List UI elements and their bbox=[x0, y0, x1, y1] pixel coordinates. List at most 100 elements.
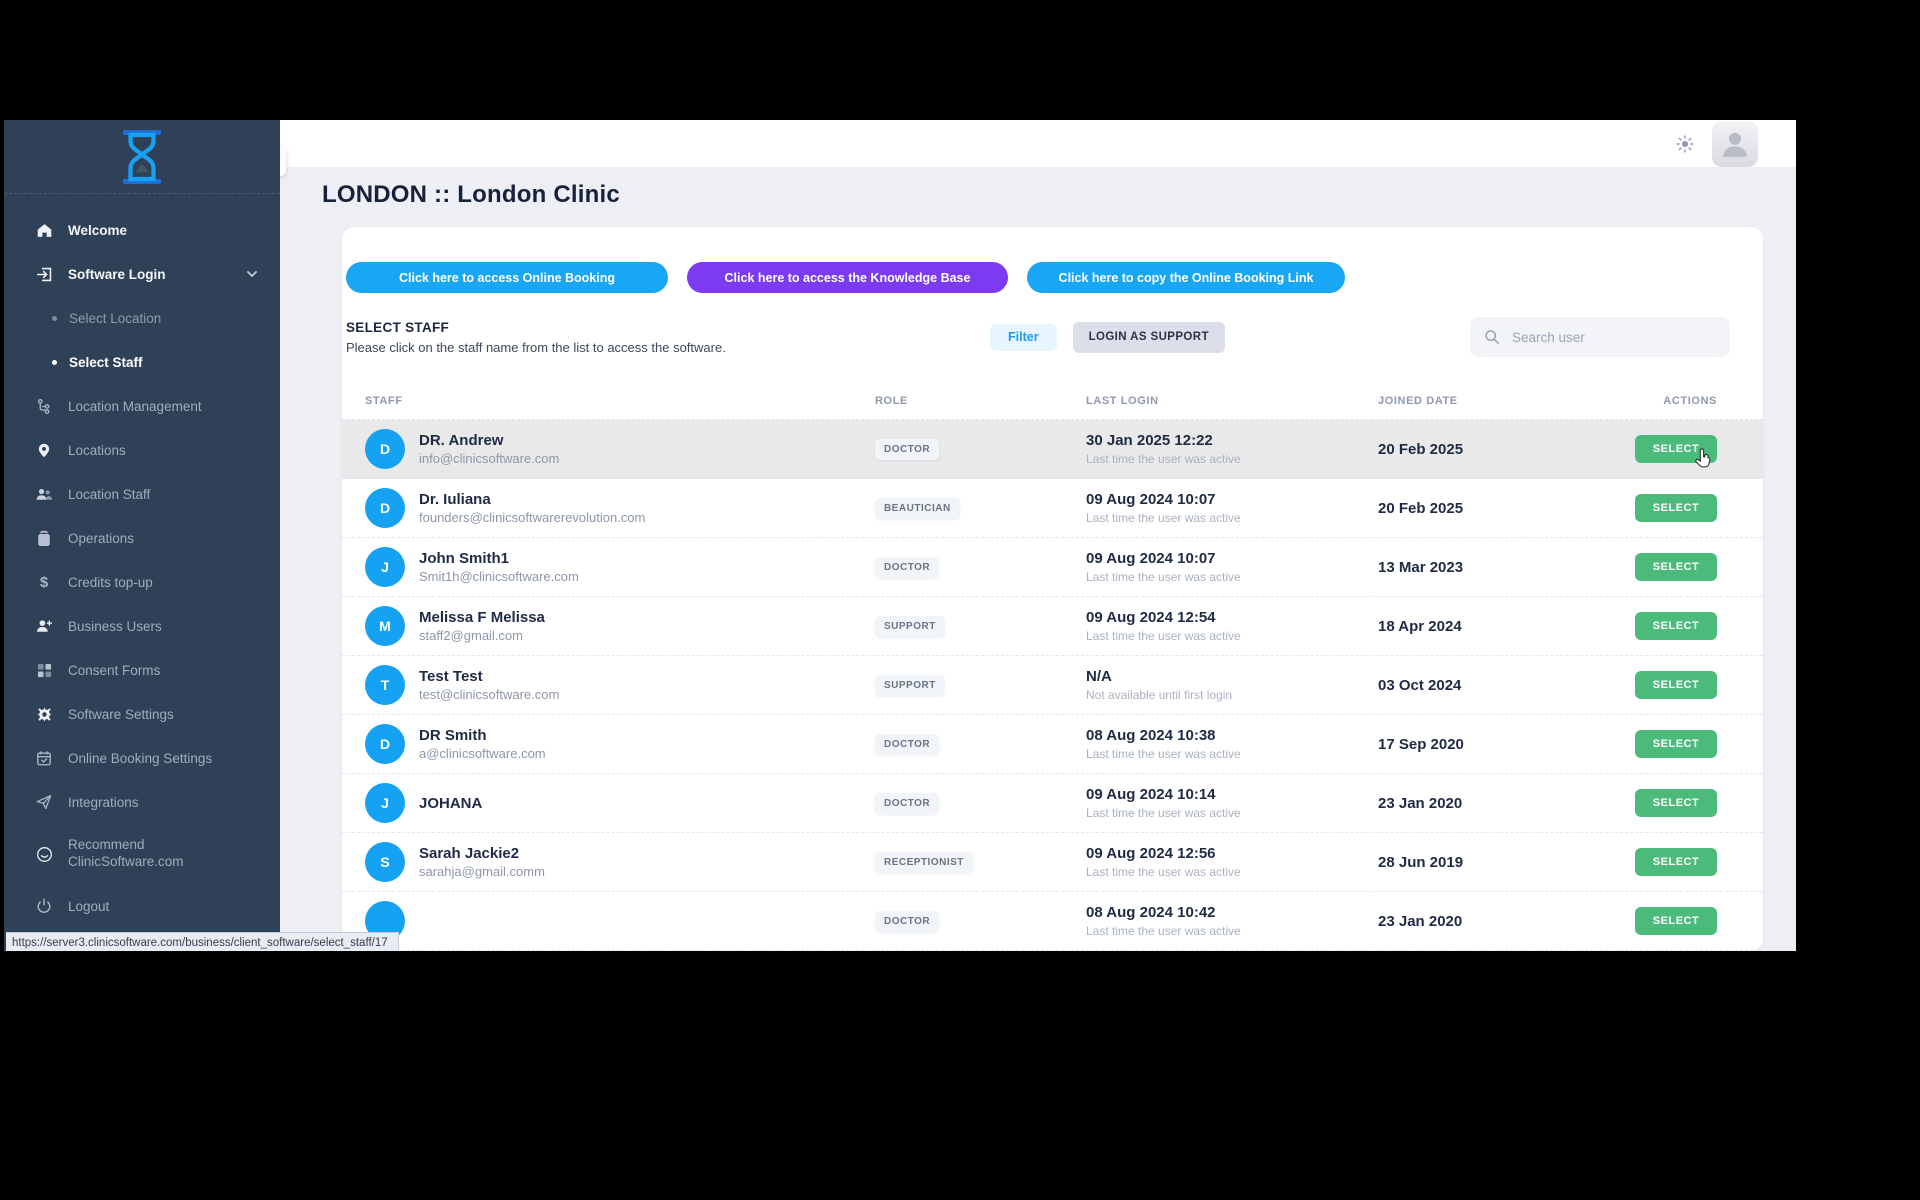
filter-button[interactable]: Filter bbox=[990, 324, 1057, 351]
logo[interactable] bbox=[4, 120, 280, 194]
staff-name-link[interactable]: DR. Andrew bbox=[419, 432, 559, 449]
last-login-note: Last time the user was active bbox=[1086, 806, 1378, 820]
staff-name-link[interactable]: Dr. Iuliana bbox=[419, 491, 645, 508]
theme-toggle-sun-icon[interactable] bbox=[1676, 135, 1694, 153]
staff-email: founders@clinicsoftwarerevolution.com bbox=[419, 510, 645, 525]
sidebar-item-locations[interactable]: Locations bbox=[4, 428, 280, 472]
search-input[interactable] bbox=[1510, 329, 1716, 346]
staff-email: info@clinicsoftware.com bbox=[419, 451, 559, 466]
actions-cell: SELECT bbox=[1578, 612, 1717, 640]
sidebar-item-label: Locations bbox=[68, 443, 126, 458]
bullet-icon bbox=[52, 360, 57, 365]
search-box[interactable] bbox=[1470, 317, 1730, 357]
actions-cell: SELECT bbox=[1578, 494, 1717, 522]
sidebar-item-logout[interactable]: Logout bbox=[4, 884, 280, 928]
staff-name-link[interactable]: DR Smith bbox=[419, 727, 546, 744]
sidebar-item-select-location[interactable]: Select Location bbox=[4, 296, 280, 340]
dollar-icon: $ bbox=[34, 574, 54, 591]
app-window: Welcome Software Login Select Location S… bbox=[4, 120, 1796, 951]
sidebar-item-credits-top-up[interactable]: $ Credits top-up bbox=[4, 560, 280, 604]
online-booking-button[interactable]: Click here to access Online Booking bbox=[346, 262, 668, 293]
select-button[interactable]: SELECT bbox=[1635, 612, 1717, 640]
column-header-last-login: LAST LOGIN bbox=[1086, 395, 1378, 407]
sidebar-item-operations[interactable]: Operations bbox=[4, 516, 280, 560]
staff-email: staff2@gmail.com bbox=[419, 628, 545, 643]
role-badge: DOCTOR bbox=[875, 557, 939, 578]
actions-cell: SELECT bbox=[1578, 789, 1717, 817]
gear-icon bbox=[34, 706, 54, 723]
sidebar-item-label: Welcome bbox=[68, 223, 127, 238]
staff-name-link[interactable]: Test Test bbox=[419, 668, 559, 685]
sidebar-item-business-users[interactable]: Business Users bbox=[4, 604, 280, 648]
last-login-cell: 09 Aug 2024 10:07 Last time the user was… bbox=[1086, 491, 1378, 525]
table-row: T Test Test test@clinicsoftware.com SUPP… bbox=[342, 656, 1763, 715]
login-as-support-button[interactable]: LOGIN AS SUPPORT bbox=[1073, 322, 1225, 353]
sidebar-item-label: Software Settings bbox=[68, 707, 174, 722]
map-pin-icon bbox=[34, 442, 54, 459]
sidebar-item-location-staff[interactable]: Location Staff bbox=[4, 472, 280, 516]
last-login-value: 09 Aug 2024 10:07 bbox=[1086, 550, 1378, 567]
select-button[interactable]: SELECT bbox=[1635, 907, 1717, 935]
sidebar-item-welcome[interactable]: Welcome bbox=[4, 208, 280, 252]
joined-date-cell: 13 Mar 2023 bbox=[1378, 559, 1578, 576]
select-button[interactable]: SELECT bbox=[1635, 730, 1717, 758]
last-login-value: 09 Aug 2024 12:56 bbox=[1086, 845, 1378, 862]
knowledge-base-button[interactable]: Click here to access the Knowledge Base bbox=[687, 262, 1008, 293]
sidebar-item-select-staff[interactable]: Select Staff bbox=[4, 340, 280, 384]
avatar: D bbox=[365, 429, 405, 469]
role-badge: DOCTOR bbox=[875, 439, 939, 460]
login-icon bbox=[34, 266, 54, 283]
main-area: « LONDON :: London Clinic Click here to … bbox=[280, 120, 1796, 951]
last-login-value: 09 Aug 2024 10:14 bbox=[1086, 786, 1378, 803]
sidebar-item-consent-forms[interactable]: Consent Forms bbox=[4, 648, 280, 692]
sidebar-item-location-management[interactable]: Location Management bbox=[4, 384, 280, 428]
sidebar-item-label: Business Users bbox=[68, 619, 162, 634]
sidebar: Welcome Software Login Select Location S… bbox=[4, 120, 280, 951]
section-subtitle: Please click on the staff name from the … bbox=[346, 340, 990, 355]
role-cell: DOCTOR bbox=[875, 911, 1086, 932]
table-row: D Dr. Iuliana founders@clinicsoftwarerev… bbox=[342, 479, 1763, 538]
sidebar-item-software-login[interactable]: Software Login bbox=[4, 252, 280, 296]
copy-booking-link-button[interactable]: Click here to copy the Online Booking Li… bbox=[1027, 262, 1345, 293]
avatar: D bbox=[365, 724, 405, 764]
staff-cell: J John Smith1 Smit1h@clinicsoftware.com bbox=[365, 547, 875, 587]
select-button[interactable]: SELECT bbox=[1635, 848, 1717, 876]
joined-date-cell: 03 Oct 2024 bbox=[1378, 677, 1578, 694]
sidebar-item-online-booking-settings[interactable]: Online Booking Settings bbox=[4, 736, 280, 780]
smile-icon bbox=[34, 846, 54, 863]
sidebar-item-label: Operations bbox=[68, 531, 134, 546]
content: LONDON :: London Clinic Click here to ac… bbox=[280, 167, 1796, 951]
select-button[interactable]: SELECT bbox=[1635, 494, 1717, 522]
people-icon bbox=[34, 486, 54, 502]
joined-date-cell: 23 Jan 2020 bbox=[1378, 913, 1578, 930]
role-cell: SUPPORT bbox=[875, 675, 1086, 696]
role-badge: DOCTOR bbox=[875, 911, 939, 932]
sidebar-item-recommend[interactable]: Recommend ClinicSoftware.com bbox=[4, 824, 280, 884]
avatar: J bbox=[365, 783, 405, 823]
sidebar-item-label: Consent Forms bbox=[68, 663, 160, 678]
staff-cell: T Test Test test@clinicsoftware.com bbox=[365, 665, 875, 705]
staff-name-link[interactable]: John Smith1 bbox=[419, 550, 579, 567]
role-badge: RECEPTIONIST bbox=[875, 852, 973, 873]
quick-actions: Click here to access Online Booking Clic… bbox=[346, 262, 1763, 293]
status-url-tooltip: https://server3.clinicsoftware.com/busin… bbox=[6, 932, 399, 951]
role-badge: DOCTOR bbox=[875, 734, 939, 755]
last-login-cell: 09 Aug 2024 10:07 Last time the user was… bbox=[1086, 550, 1378, 584]
select-button[interactable]: SELECT bbox=[1635, 553, 1717, 581]
sidebar-item-software-settings[interactable]: Software Settings bbox=[4, 692, 280, 736]
staff-name-link[interactable]: Sarah Jackie2 bbox=[419, 845, 545, 862]
sidebar-item-integrations[interactable]: Integrations bbox=[4, 780, 280, 824]
select-button[interactable]: SELECT bbox=[1635, 671, 1717, 699]
select-button[interactable]: SELECT bbox=[1635, 789, 1717, 817]
staff-name-link[interactable]: Melissa F Melissa bbox=[419, 609, 545, 626]
last-login-value: N/A bbox=[1086, 668, 1378, 685]
staff-name-link[interactable]: JOHANA bbox=[419, 795, 482, 812]
joined-date-cell: 20 Feb 2025 bbox=[1378, 441, 1578, 458]
last-login-note: Last time the user was active bbox=[1086, 865, 1378, 879]
joined-date-cell: 20 Feb 2025 bbox=[1378, 500, 1578, 517]
table-row: DOCTOR 08 Aug 2024 10:42 Last time the u… bbox=[342, 892, 1763, 951]
sidebar-item-label: Software Login bbox=[68, 267, 166, 282]
actions-cell: SELECT bbox=[1578, 730, 1717, 758]
calendar-check-icon bbox=[34, 750, 54, 766]
user-avatar[interactable] bbox=[1712, 121, 1758, 167]
